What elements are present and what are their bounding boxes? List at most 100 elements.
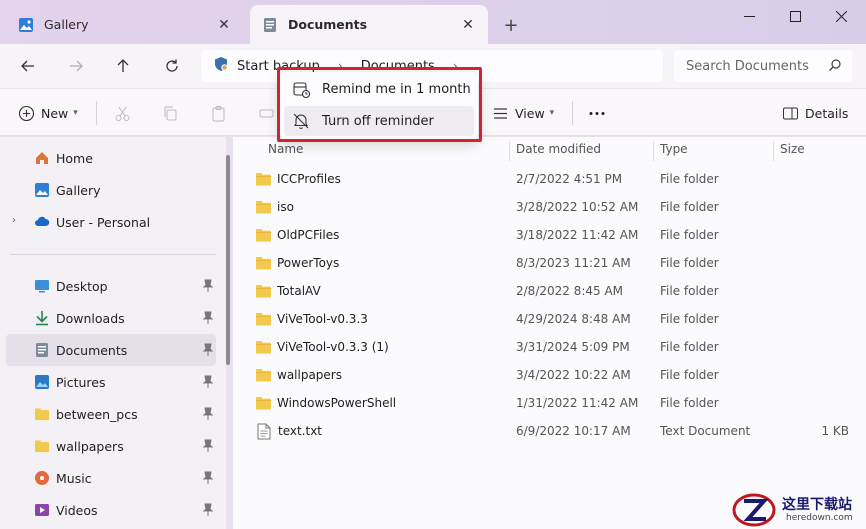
rename-button[interactable] <box>258 89 275 137</box>
nav-item-gallery[interactable]: Gallery <box>6 174 216 206</box>
file-date-cell: 3/18/2022 11:42 AM <box>516 228 639 242</box>
file-type-cell: File folder <box>660 228 719 242</box>
tab-label: Documents <box>288 17 368 32</box>
table-row[interactable]: WindowsPowerShell 1/31/2022 11:42 AM File … <box>249 389 861 417</box>
file-date-cell: 2/7/2022 4:51 PM <box>516 172 623 186</box>
nav-item-label: User - Personal <box>56 214 151 230</box>
file-date-cell: 1/31/2022 11:42 AM <box>516 396 639 410</box>
arrow-left-icon <box>21 60 34 72</box>
new-label: New <box>41 105 69 121</box>
file-type-cell: File folder <box>660 368 719 382</box>
up-button[interactable] <box>108 52 138 80</box>
pin-icon <box>202 311 214 324</box>
nav-item-documents[interactable]: Documents <box>6 334 216 366</box>
chevron-right-icon[interactable]: › <box>12 215 16 226</box>
back-button[interactable] <box>13 52 43 80</box>
table-row[interactable]: PowerToys 8/3/2023 11:21 AM File folder <box>249 249 861 277</box>
table-row[interactable]: ICCProfiles 2/7/2022 4:51 PM File folder <box>249 165 861 193</box>
folder-icon <box>256 313 271 326</box>
column-header-date-modified[interactable]: Date modified <box>516 137 601 161</box>
close-window-button[interactable] <box>818 0 864 32</box>
new-button[interactable]: New ▾ <box>18 89 78 137</box>
table-row[interactable]: TotalAV 2/8/2022 8:45 AM File folder <box>249 277 861 305</box>
nav-item-user-personal[interactable]: › User - Personal <box>6 206 216 238</box>
table-row[interactable]: wallpapers 3/4/2022 10:22 AM File folder <box>249 361 861 389</box>
paste-button[interactable] <box>210 89 227 137</box>
table-row[interactable]: OldPCFiles 3/18/2022 11:42 AM File folder <box>249 221 861 249</box>
nav-item-music[interactable]: Music <box>6 462 216 494</box>
column-header-size[interactable]: Size <box>780 137 805 161</box>
title-bar: Gallery ✕ Documents ✕ + <box>0 0 866 44</box>
close-icon[interactable]: ✕ <box>460 17 476 33</box>
cut-button[interactable] <box>114 89 131 137</box>
close-icon <box>835 10 847 22</box>
nav-item-downloads[interactable]: Downloads <box>6 302 216 334</box>
pin-icon <box>202 471 214 484</box>
nav-item-label: Gallery <box>56 182 101 198</box>
file-type-cell: File folder <box>660 340 719 354</box>
nav-item-label: wallpapers <box>56 438 124 454</box>
home-icon <box>34 150 50 166</box>
gallery-icon <box>34 182 50 198</box>
minimize-button[interactable] <box>726 0 772 32</box>
tab-documents[interactable]: Documents ✕ <box>250 5 488 44</box>
file-name-cell: iso <box>255 193 294 221</box>
folder-icon <box>256 229 271 242</box>
column-header-type[interactable]: Type <box>660 137 688 161</box>
file-name: WindowsPowerShell <box>277 396 397 410</box>
more-options-button[interactable] <box>588 89 606 137</box>
file-date-cell: 2/8/2022 8:45 AM <box>516 284 624 298</box>
file-date-cell: 3/4/2022 10:22 AM <box>516 368 631 382</box>
nav-item-label: Downloads <box>56 310 125 326</box>
folder-icon <box>256 173 271 186</box>
nav-item-pictures[interactable]: Pictures <box>6 366 216 398</box>
details-button[interactable]: Details <box>782 89 848 137</box>
refresh-button[interactable] <box>157 52 187 80</box>
file-name: OldPCFiles <box>277 228 340 242</box>
list-view-icon <box>494 107 507 119</box>
scrollbar[interactable] <box>226 155 230 365</box>
pin-icon <box>202 375 214 388</box>
close-icon[interactable]: ✕ <box>216 17 232 33</box>
table-row[interactable]: ViVeTool-v0.3.3 4/29/2024 8:48 AM File fol… <box>249 305 861 333</box>
maximize-button[interactable] <box>772 0 818 32</box>
divider <box>572 101 573 125</box>
plus-circle-icon <box>18 105 35 121</box>
copy-icon <box>164 106 177 120</box>
maximize-icon <box>789 10 801 22</box>
nav-item-home[interactable]: Home <box>6 142 216 174</box>
copy-button[interactable] <box>162 89 179 137</box>
file-date-cell: 4/29/2024 8:48 AM <box>516 312 631 326</box>
arrow-up-icon <box>117 59 129 72</box>
arrow-right-icon <box>70 60 83 72</box>
pin-icon <box>202 343 214 356</box>
new-tab-button[interactable]: + <box>498 12 524 38</box>
document-icon <box>34 342 50 358</box>
tab-gallery[interactable]: Gallery ✕ <box>6 5 244 44</box>
file-date-cell: 3/28/2022 10:52 AM <box>516 200 639 214</box>
table-row[interactable]: ViVeTool-v0.3.3 (1) 3/31/2024 5:09 PM File… <box>249 333 861 361</box>
file-date-cell: 8/3/2023 11:21 AM <box>516 256 631 270</box>
nav-item-between-pcs[interactable]: between_pcs <box>6 398 216 430</box>
more-horizontal-icon <box>589 111 605 115</box>
nav-item-label: Pictures <box>56 374 106 390</box>
table-row[interactable]: text.txt 6/9/2022 10:17 AM Text Document 1 … <box>249 417 861 445</box>
file-name-cell: TotalAV <box>255 277 321 305</box>
view-button[interactable]: View ▾ <box>492 89 554 137</box>
search-input[interactable]: Search Documents <box>686 59 809 74</box>
file-name: ViVeTool-v0.3.3 (1) <box>277 340 389 354</box>
nav-item-wallpapers[interactable]: wallpapers <box>6 430 216 462</box>
nav-item-videos[interactable]: Videos <box>6 494 216 526</box>
minimize-icon <box>743 15 755 17</box>
scissors-icon <box>115 106 130 121</box>
file-name: wallpapers <box>277 368 342 382</box>
table-row[interactable]: iso 3/28/2022 10:52 AM File folder <box>249 193 861 221</box>
folder-icon <box>256 201 271 214</box>
file-type-cell: File folder <box>660 256 719 270</box>
folder-icon <box>34 406 50 422</box>
search-box[interactable]: Search Documents <box>674 50 852 82</box>
nav-item-desktop[interactable]: Desktop <box>6 270 216 302</box>
forward-button[interactable] <box>61 52 91 80</box>
file-type-cell: File folder <box>660 200 719 214</box>
file-type-cell: File folder <box>660 396 719 410</box>
